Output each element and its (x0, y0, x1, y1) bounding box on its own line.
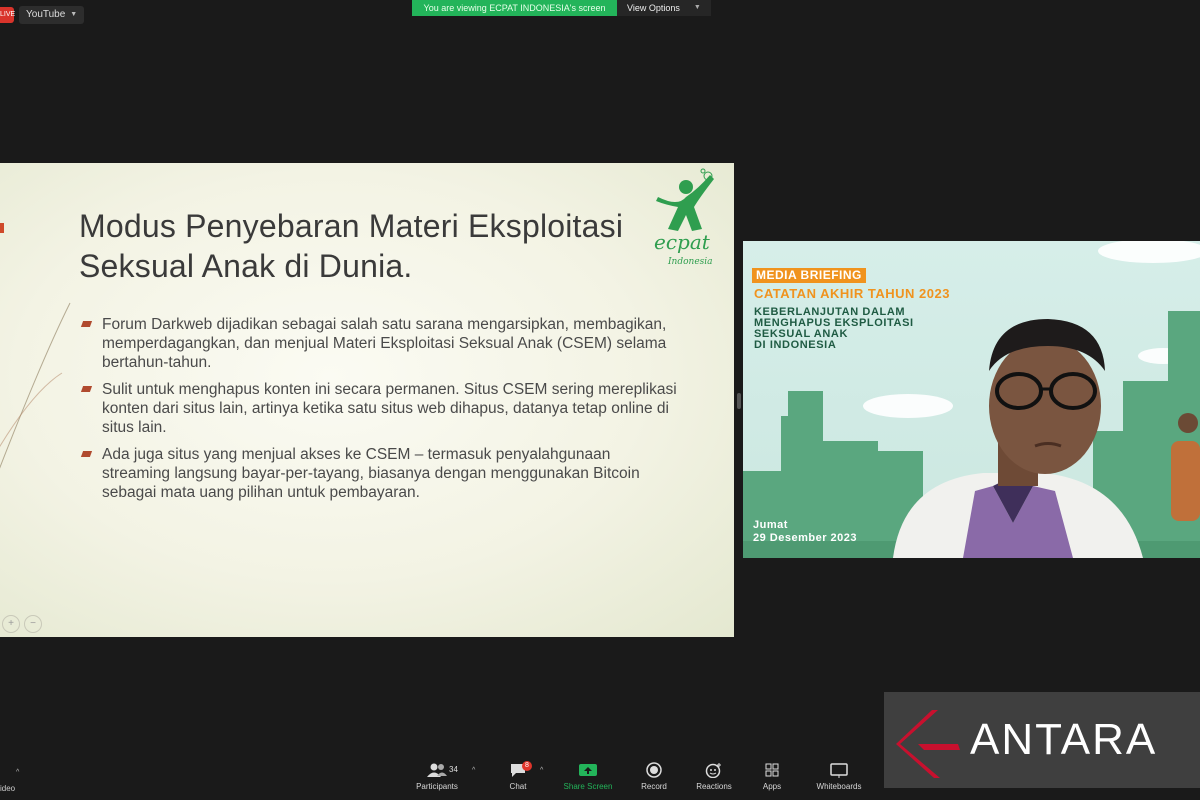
slide-bullet-text: Sulit untuk menghapus konten ini secara … (102, 381, 677, 436)
catatan-title: CATATAN AKHIR TAHUN 2023 (754, 286, 950, 301)
chat-unread-badge: 8 (522, 761, 532, 771)
bullet-arrow-icon (80, 321, 93, 327)
share-screen-label: Share Screen (563, 782, 613, 791)
record-label: Record (641, 782, 667, 791)
view-options-button[interactable]: View Options ▼ (617, 0, 711, 16)
shared-slide: Modus Penyebaran Materi Eksploitasi Seks… (0, 163, 734, 637)
reactions-icon (705, 763, 721, 778)
apps-button[interactable]: Apps (756, 762, 788, 791)
record-button[interactable]: Record (636, 762, 672, 791)
event-date-text: 29 Desember 2023 (753, 532, 858, 544)
live-badge: LIVE (0, 7, 15, 23)
slide-bullet: Sulit untuk menghapus konten ini secara … (80, 380, 680, 437)
meeting-toolbar: ideo ^ Participants 34 ^ Chat 8 ^ Share … (0, 752, 1200, 800)
topic-line: DI INDONESIA (754, 339, 837, 351)
chevron-down-icon: ▼ (693, 4, 701, 11)
participants-icon (427, 763, 447, 777)
record-icon (646, 762, 662, 778)
chat-label: Chat (509, 782, 527, 791)
participants-label: Participants (416, 782, 458, 791)
view-options-label: View Options (627, 3, 680, 13)
viewing-screen-notice: You are viewing ECPAT INDONESIA's screen (412, 0, 617, 16)
zoom-in-icon[interactable]: + (2, 615, 20, 633)
slide-bullet: Forum Darkweb dijadikan sebagai salah sa… (80, 315, 680, 372)
split-resize-handle[interactable] (737, 393, 741, 409)
whiteboards-button[interactable]: Whiteboards (810, 762, 868, 791)
share-screen-button[interactable]: Share Screen (560, 762, 616, 791)
apps-label: Apps (762, 782, 782, 791)
bullet-arrow-icon (80, 386, 93, 392)
slide-bullet-text: Forum Darkweb dijadikan sebagai salah sa… (102, 316, 667, 371)
zoom-out-icon[interactable]: − (24, 615, 42, 633)
youtube-label: YouTube (26, 9, 66, 20)
topic-text: KEBERLANJUTAN DALAM MENGHAPUS EKSPLOITAS… (754, 307, 954, 351)
speaker-video-tile[interactable]: MEDIA BRIEFING CATATAN AKHIR TAHUN 2023 … (743, 241, 1200, 558)
chevron-up-icon[interactable]: ^ (16, 769, 19, 776)
slide-decor-curve (0, 302, 71, 469)
slide-zoom-controls: + − (2, 615, 42, 633)
slide-bullet-list: Forum Darkweb dijadikan sebagai salah sa… (80, 315, 680, 510)
slide-bullet-text: Ada juga situs yang menjual akses ke CSE… (102, 446, 640, 501)
viewing-banner: You are viewing ECPAT INDONESIA's screen… (412, 0, 711, 16)
youtube-stream-button[interactable]: YouTube ▼ (19, 6, 85, 24)
chevron-up-icon[interactable]: ^ (472, 767, 475, 774)
ecpat-logo-subtext: Indonesia (667, 257, 713, 267)
video-label[interactable]: ideo (0, 784, 15, 793)
slide-title-line: Modus Penyebaran Materi Eksploitasi (79, 208, 624, 244)
ecpat-logo-text: ecpat (654, 230, 711, 254)
media-briefing-tag: MEDIA BRIEFING (752, 268, 866, 283)
slide-pointer-mark (0, 223, 4, 233)
chevron-down-icon: ▼ (70, 11, 78, 18)
reactions-button[interactable]: Reactions (692, 762, 736, 791)
event-day: Jumat (753, 519, 788, 531)
bullet-arrow-icon (80, 451, 93, 457)
whiteboards-label: Whiteboards (816, 782, 862, 791)
share-screen-icon (579, 764, 597, 776)
slide-bullet: Ada juga situs yang menjual akses ke CSE… (80, 445, 680, 502)
event-date: Jumat 29 Desember 2023 (753, 519, 857, 545)
whiteboard-icon (830, 763, 848, 778)
chevron-up-icon[interactable]: ^ (540, 767, 543, 774)
ecpat-logo: ecpat Indonesia (654, 168, 714, 267)
apps-icon (765, 763, 779, 777)
slide-title-line: Seksual Anak di Dunia. (79, 248, 413, 284)
participants-count: 34 (449, 765, 458, 774)
slide-title: Modus Penyebaran Materi Eksploitasi Seks… (79, 206, 669, 286)
reactions-label: Reactions (696, 782, 732, 791)
